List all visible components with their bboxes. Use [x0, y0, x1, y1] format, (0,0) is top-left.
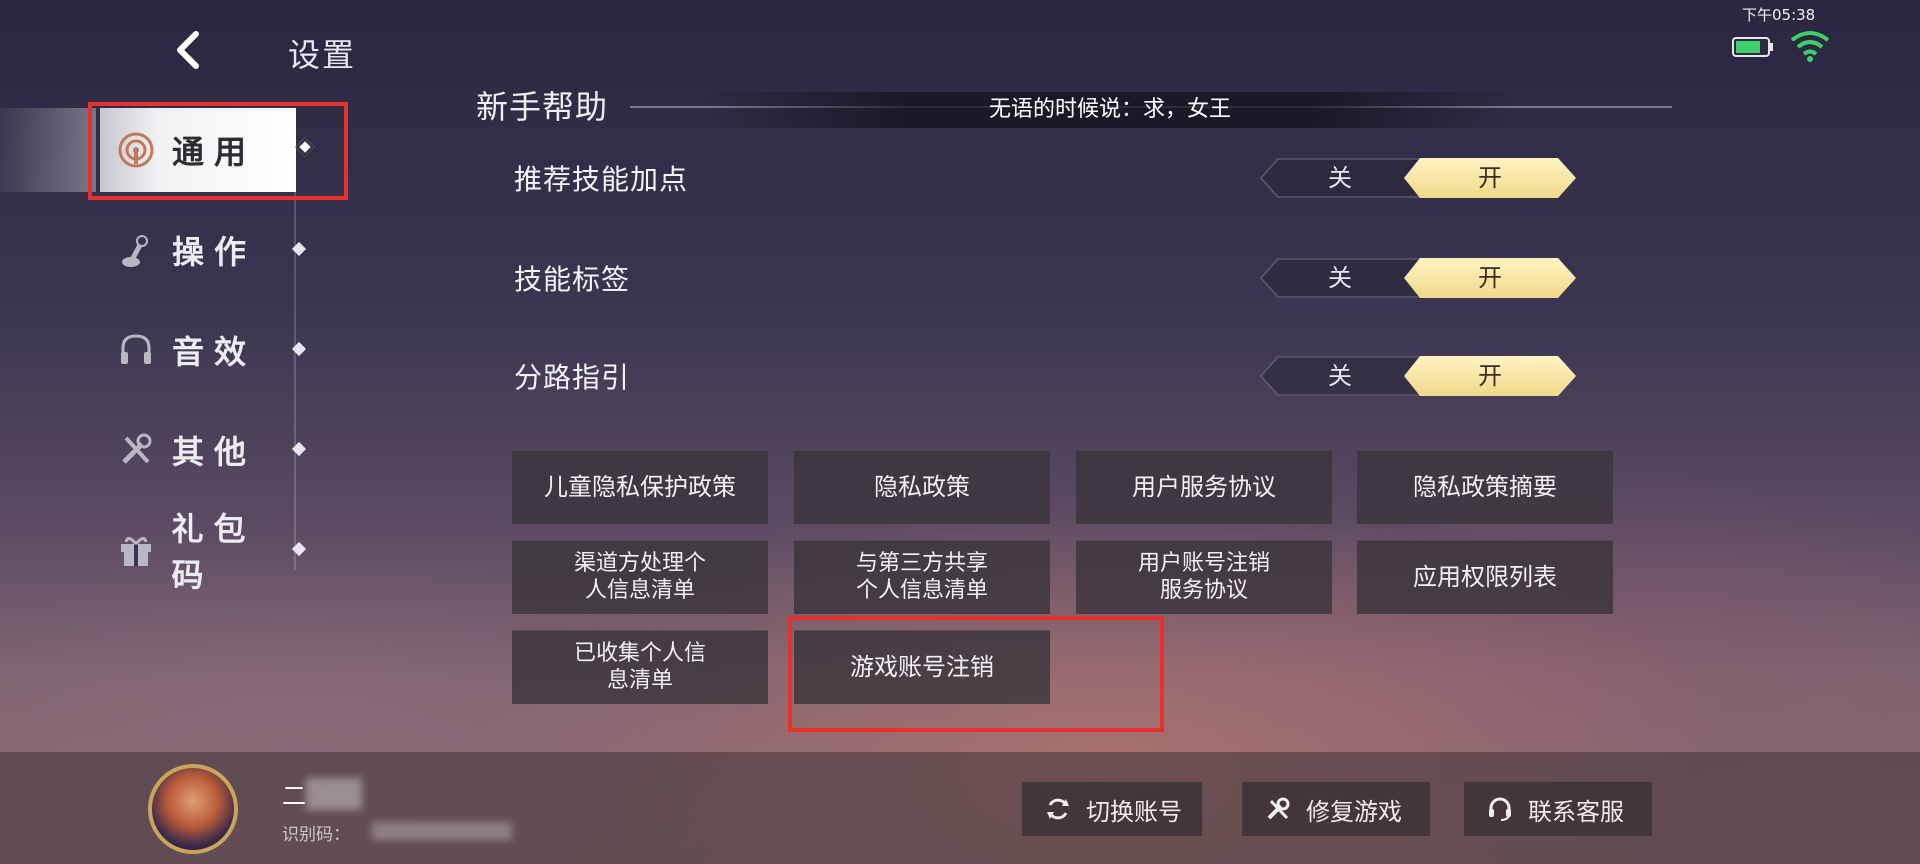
toggle-skill-tags[interactable]: 关 开 [1260, 258, 1576, 298]
doc-button-label: 应用权限列表 [1413, 563, 1557, 591]
repair-icon [1264, 795, 1292, 823]
doc-button-label: 隐私政策摘要 [1413, 473, 1557, 501]
player-id-label: 识别码： [282, 825, 350, 845]
repair-game-button[interactable]: 修复游戏 [1242, 782, 1430, 836]
item-marker [291, 341, 307, 357]
headphones-icon [114, 328, 158, 372]
player-name: 二 [282, 782, 306, 810]
setting-label-lane-guide: 分路指引 [514, 361, 631, 394]
doc-button-account-cancel-agreement[interactable]: 用户账号注销 服务协议 [1076, 540, 1332, 614]
doc-button-line1: 渠道方处理个 [573, 551, 706, 576]
tip-banner: 无语的时候说：求，女王 [700, 92, 1520, 128]
toggle-off-option[interactable]: 关 [1260, 356, 1420, 396]
section-title: 新手帮助 [476, 88, 609, 126]
doc-button-line1: 与第三方共享 [855, 551, 988, 576]
repair-game-label: 修复游戏 [1306, 797, 1402, 826]
switch-account-icon [1044, 795, 1072, 823]
doc-button-label-wrap: 渠道方处理个 人信息清单 [574, 550, 706, 604]
setting-label-skill-points: 推荐技能加点 [514, 163, 689, 196]
toggle-off-option[interactable]: 关 [1260, 158, 1420, 198]
doc-button-label: 儿童隐私保护政策 [544, 473, 736, 501]
doc-button-label-wrap: 用户账号注销 服务协议 [1138, 550, 1270, 604]
doc-button-label-wrap: 已收集个人信 息清单 [574, 640, 706, 694]
toggle-lane-guide[interactable]: 关 开 [1260, 356, 1576, 396]
battery-icon [1732, 37, 1773, 57]
doc-button-user-agreement[interactable]: 用户服务协议 [1076, 450, 1332, 524]
toggle-on-option[interactable]: 开 [1404, 258, 1576, 298]
doc-button-line2: 人信息清单 [584, 578, 695, 603]
toggle-on-option[interactable]: 开 [1404, 158, 1576, 198]
sidebar-item-label: 音效 [172, 333, 257, 371]
toggle-off-option[interactable]: 关 [1260, 258, 1420, 298]
item-marker [291, 241, 307, 257]
switch-account-button[interactable]: 切换账号 [1022, 782, 1202, 836]
doc-button-label: 隐私政策 [874, 473, 970, 501]
doc-button-line1: 已收集个人信 [573, 641, 706, 666]
contact-support-label: 联系客服 [1528, 797, 1624, 826]
gift-icon [114, 528, 157, 572]
doc-button-channel-info-list[interactable]: 渠道方处理个 人信息清单 [512, 540, 768, 614]
sidebar-item-other[interactable]: 其他 [100, 408, 307, 492]
sidebar-item-gift-code[interactable]: 礼包码 [100, 508, 307, 594]
sidebar-item-label: 礼包码 [171, 510, 256, 594]
doc-button-line1: 用户账号注销 [1137, 551, 1270, 576]
toggle-skill-points[interactable]: 关 开 [1260, 158, 1576, 198]
customer-service-icon [1486, 795, 1514, 823]
doc-button-third-party-sharing[interactable]: 与第三方共享 个人信息清单 [794, 540, 1050, 614]
sidebar-item-controls[interactable]: 操作 [100, 208, 307, 292]
doc-button-label-wrap: 与第三方共享 个人信息清单 [856, 550, 988, 604]
highlight-box-account-cancel [788, 616, 1164, 732]
doc-button-line2: 个人信息清单 [855, 578, 988, 603]
back-button[interactable] [168, 28, 208, 72]
doc-button-privacy-summary[interactable]: 隐私政策摘要 [1357, 450, 1613, 524]
sidebar-item-label: 操作 [172, 233, 257, 271]
sidebar-active-strip [0, 108, 96, 192]
highlight-box-general [88, 102, 348, 200]
item-marker [291, 441, 307, 457]
player-id-redacted [372, 822, 512, 840]
doc-button-privacy-policy[interactable]: 隐私政策 [794, 450, 1050, 524]
doc-button-collected-info[interactable]: 已收集个人信 息清单 [512, 630, 768, 704]
setting-label-skill-tags: 技能标签 [514, 263, 631, 296]
sidebar-item-sound[interactable]: 音效 [100, 308, 307, 392]
toggle-on-option[interactable]: 开 [1404, 356, 1576, 396]
tools-icon [114, 428, 158, 472]
switch-account-label: 切换账号 [1086, 797, 1182, 826]
doc-button-line2: 服务协议 [1159, 578, 1248, 603]
player-name-redacted [306, 778, 362, 810]
doc-button-child-privacy[interactable]: 儿童隐私保护政策 [512, 450, 768, 524]
doc-button-line2: 息清单 [606, 668, 673, 693]
sidebar-item-label: 其他 [172, 433, 257, 471]
doc-button-label: 用户服务协议 [1132, 473, 1276, 501]
joystick-icon [114, 228, 158, 272]
status-time: 下午05:38 [1742, 6, 1816, 24]
player-avatar[interactable] [148, 764, 238, 854]
wifi-icon [1790, 31, 1830, 62]
contact-support-button[interactable]: 联系客服 [1464, 782, 1652, 836]
doc-button-app-permissions[interactable]: 应用权限列表 [1357, 540, 1613, 614]
page-title: 设置 [288, 36, 357, 74]
